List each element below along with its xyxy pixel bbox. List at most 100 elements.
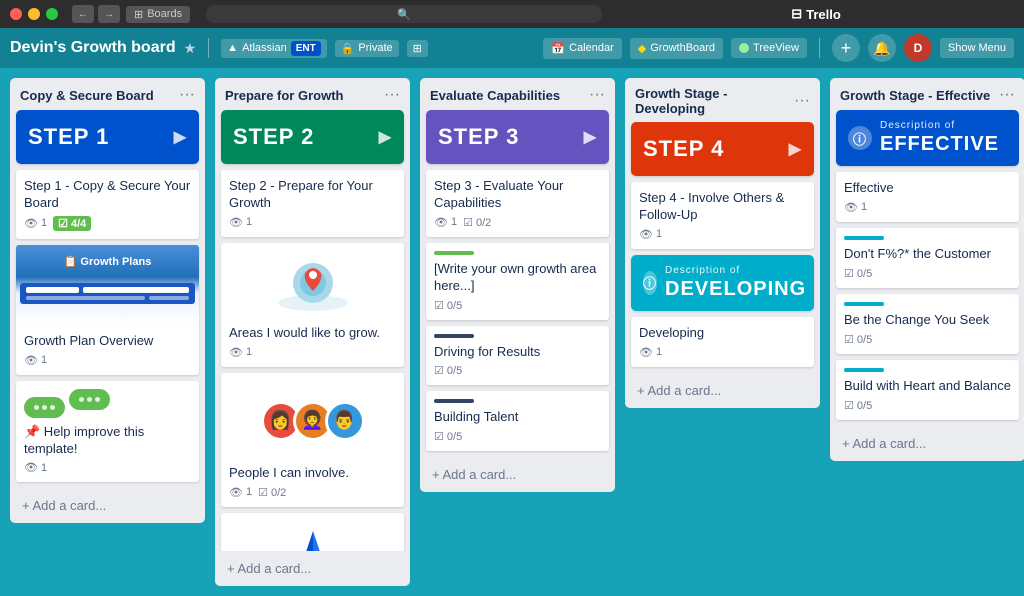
card[interactable]: Build with Heart and Balance ☑ 0/5 bbox=[836, 360, 1019, 420]
card[interactable]: Don't F%?* the Customer ☑ 0/5 bbox=[836, 228, 1019, 288]
growthboard-button[interactable]: ◆ GrowthBoard bbox=[630, 38, 723, 59]
checklist-badge: ☑ 0/2 bbox=[258, 486, 286, 499]
play-icon: ▶ bbox=[379, 127, 392, 147]
add-card-button[interactable]: + Add a card... bbox=[16, 494, 199, 517]
card[interactable]: Step 3 - Evaluate Your Capabilities 👁1☑ … bbox=[426, 170, 609, 237]
list-body: STEP 3 ▶ Step 3 - Evaluate Your Capabili… bbox=[420, 110, 615, 457]
board-title: Devin's Growth board bbox=[10, 39, 176, 57]
list-more-button[interactable]: ··· bbox=[384, 86, 400, 104]
play-icon: ▶ bbox=[789, 139, 802, 159]
forward-button[interactable]: → bbox=[98, 5, 120, 23]
treeview-button[interactable]: TreeView bbox=[731, 38, 807, 58]
play-icon: ▶ bbox=[174, 127, 187, 147]
add-card-button[interactable]: + Add a card... bbox=[426, 463, 609, 486]
minimize-window-btn[interactable] bbox=[28, 8, 40, 20]
close-window-btn[interactable] bbox=[10, 8, 22, 20]
color-tag bbox=[434, 334, 474, 338]
card-meta: 👁1 bbox=[229, 216, 396, 229]
card-title: Don't F%?* the Customer bbox=[844, 246, 1011, 263]
back-button[interactable]: ← bbox=[72, 5, 94, 23]
add-card-button[interactable]: + Add a card... bbox=[221, 557, 404, 580]
watch-count: 👁1 bbox=[639, 228, 662, 241]
checklist-badge: ☑ 0/5 bbox=[434, 430, 462, 443]
card-meta: 👁1 ☑ 0/2 bbox=[434, 216, 601, 229]
card[interactable]: Developing 👁1 bbox=[631, 317, 814, 367]
card[interactable]: Be the Change You Seek ☑ 0/5 bbox=[836, 294, 1019, 354]
trello-icon-top: ⊟ bbox=[791, 6, 802, 22]
eye-icon: 👁 bbox=[229, 216, 243, 229]
step-label: STEP 2 bbox=[233, 124, 314, 150]
card[interactable]: STEP 3 ▶ bbox=[426, 110, 609, 164]
card[interactable]: STEP 1 ▶ bbox=[16, 110, 199, 164]
info-icon: ⓘ bbox=[848, 126, 872, 150]
avatar[interactable]: D bbox=[904, 34, 932, 62]
list-title: Evaluate Capabilities bbox=[430, 88, 560, 103]
checklist-badge: ☑ 0/5 bbox=[844, 333, 872, 346]
list-more-button[interactable]: ··· bbox=[999, 86, 1015, 104]
boards-button[interactable]: ⊞ Boards bbox=[126, 6, 190, 23]
atlassian-icon: ▲ bbox=[227, 42, 238, 54]
show-menu-button[interactable]: Show Menu bbox=[940, 38, 1014, 58]
workspace-badge[interactable]: ▲ Atlassian ENT bbox=[221, 39, 327, 58]
checklist-badge: ☑ 0/2 bbox=[463, 216, 491, 229]
step-header: STEP 3 ▶ bbox=[426, 110, 609, 164]
card-title: Be the Change You Seek bbox=[844, 312, 1011, 329]
maximize-window-btn[interactable] bbox=[46, 8, 58, 20]
board-icon: ⊞ bbox=[413, 42, 422, 55]
browser-title: ⊟ Trello bbox=[791, 6, 841, 22]
card-title: Step 1 - Copy & Secure Your Board bbox=[24, 178, 191, 212]
list-footer: + Add a card... bbox=[830, 426, 1024, 461]
card[interactable]: 📌 Help improve this template! 👁1 bbox=[16, 381, 199, 483]
card[interactable]: Effective 👁1 bbox=[836, 172, 1019, 222]
watch-count: 👁1 bbox=[229, 216, 252, 229]
calendar-button[interactable]: 📅 Calendar bbox=[543, 38, 621, 59]
list-more-button[interactable]: ··· bbox=[179, 86, 195, 104]
card[interactable]: Step 4 - Involve Others & Follow-Up 👁1 bbox=[631, 182, 814, 249]
board-area: Copy & Secure Board ··· STEP 1 ▶ Step 1 … bbox=[0, 68, 1024, 596]
nav-divider-2 bbox=[819, 38, 820, 58]
list-more-button[interactable]: ··· bbox=[794, 92, 810, 110]
card[interactable]: Driving for Results ☑ 0/5 bbox=[426, 326, 609, 386]
color-tag bbox=[844, 236, 884, 240]
add-card-button[interactable]: + Add a card... bbox=[836, 432, 1019, 455]
desc-subtitle: Description of bbox=[880, 120, 999, 131]
checklist-badge: ☑ 0/5 bbox=[844, 267, 872, 280]
card[interactable]: Step 2 - Prepare for Your Growth 👁1 bbox=[221, 170, 404, 237]
show-menu-label: Show Menu bbox=[948, 42, 1006, 54]
card[interactable]: [Write your own growth area here...] ☑ 0… bbox=[426, 243, 609, 320]
card-meta: ☑ 0/5 bbox=[844, 267, 1011, 280]
card[interactable]: STEP 2 ▶ bbox=[221, 110, 404, 164]
grid-icon: ⊞ bbox=[134, 8, 143, 21]
card[interactable]: Building Talent ☑ 0/5 bbox=[426, 391, 609, 451]
card[interactable]: Areas I would like to grow. 👁1 bbox=[221, 243, 404, 367]
list-more-button[interactable]: ··· bbox=[589, 86, 605, 104]
notifications-button[interactable]: 🔔 bbox=[868, 34, 896, 62]
eye-icon: 👁 bbox=[24, 354, 38, 367]
add-button[interactable]: + bbox=[832, 34, 860, 62]
color-tag bbox=[434, 399, 474, 403]
board-icon-badge[interactable]: ⊞ bbox=[407, 40, 428, 57]
eye-icon: 👁 bbox=[639, 228, 653, 241]
checklist-badge: ☑ 0/5 bbox=[434, 364, 462, 377]
list-title: Growth Stage - Developing bbox=[635, 86, 794, 116]
watch-count: 👁1 bbox=[434, 216, 457, 229]
card[interactable]: Alignment with Atlassian's future. 👁1 ☑ … bbox=[221, 513, 404, 551]
card-title: Developing bbox=[639, 325, 806, 342]
address-bar[interactable]: 🔍 bbox=[206, 5, 602, 23]
card-title: [Write your own growth area here...] bbox=[434, 261, 601, 295]
card[interactable]: 👩 👩‍🦱 👨 People I can involve. 👁1 ☑ 0/2 bbox=[221, 373, 404, 507]
card-meta: 👁1 bbox=[639, 228, 806, 241]
star-icon[interactable]: ★ bbox=[184, 40, 197, 57]
visibility-badge[interactable]: 🔒 Private bbox=[335, 40, 399, 57]
desc-header: ⓘ Description of EFFECTIVE bbox=[836, 110, 1019, 166]
card[interactable]: ⓘ Description of EFFECTIVE bbox=[836, 110, 1019, 166]
card[interactable]: STEP 4 ▶ bbox=[631, 122, 814, 176]
add-card-button[interactable]: + Add a card... bbox=[631, 379, 814, 402]
play-icon: ▶ bbox=[584, 127, 597, 147]
card[interactable]: Step 1 - Copy & Secure Your Board 👁1☑ 4/… bbox=[16, 170, 199, 239]
watch-count: 👁1 bbox=[24, 217, 47, 230]
info-icon: ⓘ bbox=[643, 271, 657, 295]
card[interactable]: ⓘ Description of DEVELOPING bbox=[631, 255, 814, 311]
card-title: 📌 Help improve this template! bbox=[24, 424, 191, 458]
card[interactable]: 📋 Growth Plans Growth P bbox=[16, 245, 199, 375]
